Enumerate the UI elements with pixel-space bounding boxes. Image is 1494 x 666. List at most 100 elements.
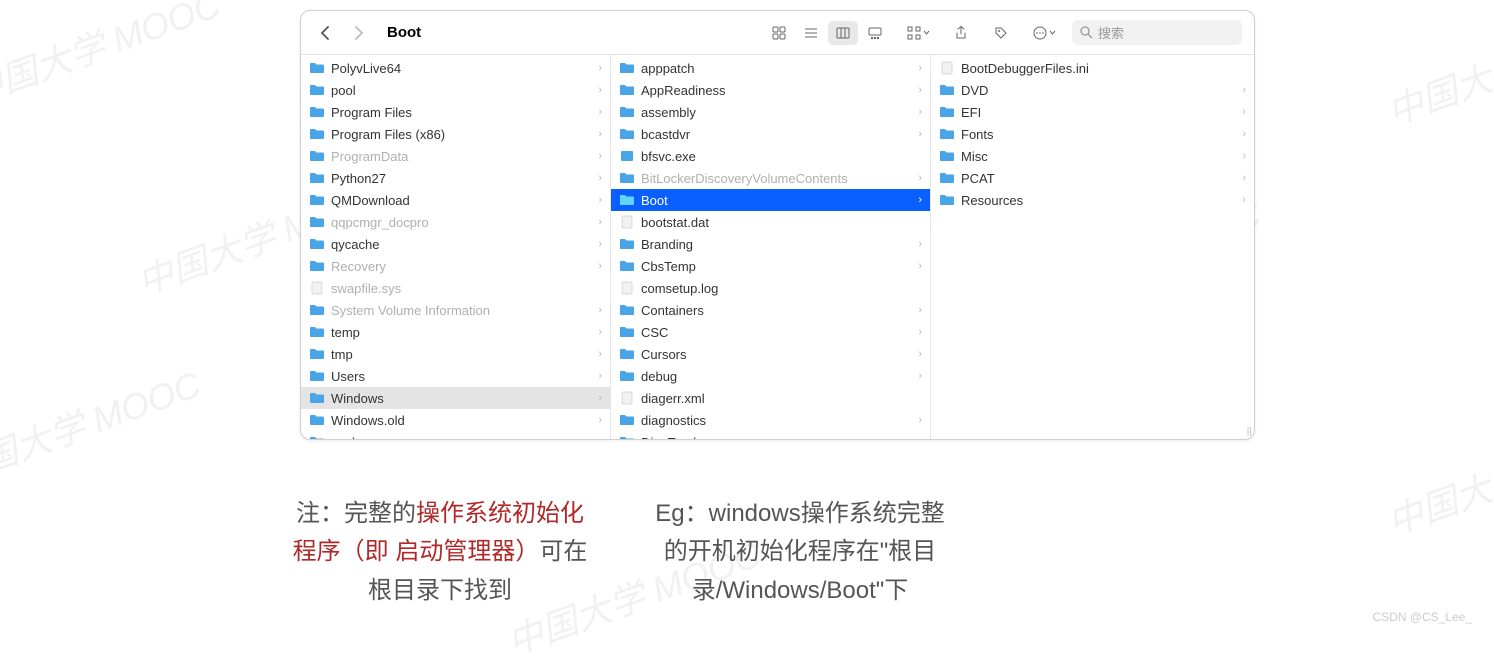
folder-icon — [939, 149, 955, 163]
file-row[interactable]: CSC › — [611, 321, 930, 343]
file-label: Containers — [641, 303, 912, 318]
watermark: 中国大学 MOOC — [1379, 0, 1494, 136]
folder-icon — [309, 215, 325, 229]
file-row[interactable]: Containers › — [611, 299, 930, 321]
file-row[interactable]: Boot› — [611, 189, 930, 211]
file-row[interactable]: Recovery › — [301, 255, 610, 277]
file-row[interactable]: bcastdvr› — [611, 123, 930, 145]
file-row[interactable]: Windows.old› — [301, 409, 610, 431]
folder-icon — [309, 259, 325, 273]
file-row[interactable]: EFI› — [931, 101, 1254, 123]
file-label: Python27 — [331, 171, 592, 186]
file-row[interactable]: Cursors› — [611, 343, 930, 365]
folder-icon — [309, 237, 325, 251]
file-row[interactable]: Users› — [301, 365, 610, 387]
file-row[interactable]: Program Files (x86)› — [301, 123, 610, 145]
share-button[interactable] — [946, 21, 976, 45]
file-row[interactable]: temp› — [301, 321, 610, 343]
window-title: Boot — [387, 24, 421, 41]
file-row[interactable]: Resources› — [931, 189, 1254, 211]
chevron-right-icon: › — [598, 304, 602, 316]
view-columns-button[interactable] — [828, 21, 858, 45]
file-row[interactable]: Misc› — [931, 145, 1254, 167]
search-placeholder: 搜索 — [1098, 23, 1124, 42]
column-3[interactable]: BootDebuggerFiles.iniDVD›EFI›Fonts›Misc›… — [931, 55, 1254, 439]
file-row[interactable]: apppatch› — [611, 57, 930, 79]
file-row[interactable]: pool › — [301, 79, 610, 101]
chevron-right-icon: › — [918, 348, 922, 360]
folder-icon — [309, 347, 325, 361]
file-row[interactable]: Windows› — [301, 387, 610, 409]
action-button[interactable] — [1026, 21, 1062, 45]
file-label: Windows.old — [331, 413, 592, 428]
file-row[interactable]: qycache› — [301, 233, 610, 255]
chevron-right-icon: › — [598, 260, 602, 272]
file-row[interactable]: Fonts› — [931, 123, 1254, 145]
file-row[interactable]: BootDebuggerFiles.ini — [931, 57, 1254, 79]
view-list-button[interactable] — [796, 21, 826, 45]
chevron-right-icon: › — [1242, 172, 1246, 184]
file-label: Recovery — [331, 259, 592, 274]
column-1[interactable]: PolyvLive64› pool › Program Files›Program F… — [301, 55, 611, 439]
folder-icon — [619, 127, 635, 141]
chevron-right-icon: › — [1242, 84, 1246, 96]
folder-icon — [619, 237, 635, 251]
file-label: CSC — [641, 325, 912, 340]
file-row[interactable]: swapfile.sys — [301, 277, 610, 299]
folder-icon — [619, 259, 635, 273]
chevron-right-icon: › — [598, 326, 602, 338]
file-row[interactable]: tmp› — [301, 343, 610, 365]
group-button[interactable] — [900, 21, 936, 45]
file-row[interactable]: ProgramData› — [301, 145, 610, 167]
column-handle-icon[interactable]: || — [1245, 424, 1254, 439]
file-row[interactable]: bootstat.dat — [611, 211, 930, 233]
file-row[interactable]: workspace› — [301, 431, 610, 439]
file-label: Windows — [331, 391, 592, 406]
file-row[interactable]: Program Files› — [301, 101, 610, 123]
file-row[interactable]: CbsTemp› — [611, 255, 930, 277]
column-2[interactable]: apppatch›AppReadiness›assembly›bcastdvr›… — [611, 55, 931, 439]
chevron-right-icon: › — [918, 326, 922, 338]
file-row[interactable]: comsetup.log — [611, 277, 930, 299]
file-row[interactable]: Python27› — [301, 167, 610, 189]
folder-icon — [309, 105, 325, 119]
file-row[interactable]: qqpcmgr_docpro› — [301, 211, 610, 233]
file-row[interactable]: DiagTrack› — [611, 431, 930, 439]
file-row[interactable]: PolyvLive64› — [301, 57, 610, 79]
file-row[interactable]: assembly› — [611, 101, 930, 123]
view-icons-button[interactable] — [764, 21, 794, 45]
chevron-right-icon: › — [918, 304, 922, 316]
file-row[interactable]: bfsvc.exe — [611, 145, 930, 167]
file-label: pool — [331, 83, 592, 98]
file-row[interactable]: PCAT› — [931, 167, 1254, 189]
back-button[interactable] — [313, 21, 337, 45]
chevron-right-icon: › — [918, 414, 922, 426]
chevron-right-icon: › — [598, 84, 602, 96]
file-label: Fonts — [961, 127, 1236, 142]
chevron-right-icon: › — [918, 370, 922, 382]
search-icon — [1080, 26, 1093, 39]
chevron-right-icon: › — [1242, 150, 1246, 162]
search-field[interactable]: 搜索 — [1072, 20, 1242, 45]
file-label: DVD — [961, 83, 1236, 98]
forward-button[interactable] — [347, 21, 371, 45]
chevron-right-icon: › — [598, 128, 602, 140]
file-row[interactable]: BitLockerDiscoveryVolumeContents› — [611, 167, 930, 189]
file-row[interactable]: AppReadiness› — [611, 79, 930, 101]
chevron-right-icon: › — [918, 238, 922, 250]
file-row[interactable]: System Volume Information› — [301, 299, 610, 321]
file-row[interactable]: diagerr.xml — [611, 387, 930, 409]
file-row[interactable]: QMDownload› — [301, 189, 610, 211]
chevron-right-icon: › — [918, 260, 922, 272]
file-row[interactable]: diagnostics› — [611, 409, 930, 431]
file-row[interactable]: debug› — [611, 365, 930, 387]
tag-button[interactable] — [986, 21, 1016, 45]
file-row[interactable]: Branding› — [611, 233, 930, 255]
watermark: 中国大学 MOOC — [1379, 406, 1494, 546]
file-label: BitLockerDiscoveryVolumeContents — [641, 171, 912, 186]
view-gallery-button[interactable] — [860, 21, 890, 45]
folder-icon — [309, 61, 325, 75]
file-label: tmp — [331, 347, 592, 362]
file-row[interactable]: DVD › — [931, 79, 1254, 101]
chevron-right-icon: › — [598, 62, 602, 74]
